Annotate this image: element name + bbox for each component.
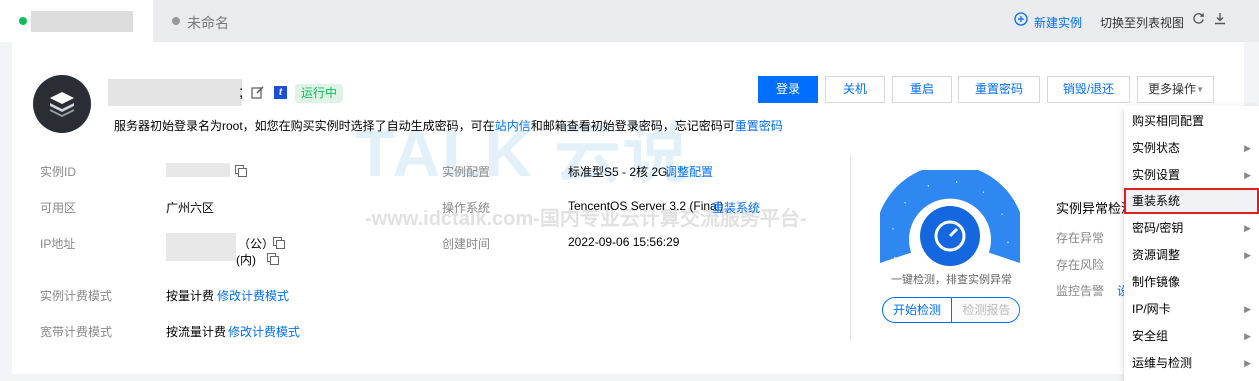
billing-value: 按量计费 (166, 289, 215, 303)
new-instance-link[interactable]: 新建实例 (1034, 14, 1082, 31)
menu-item-label: 密码/密钥 (1132, 221, 1184, 235)
copy-icon[interactable] (273, 237, 285, 249)
chevron-right-icon: ▶ (1244, 331, 1251, 341)
switch-list-view-link[interactable]: 切换至列表视图 (1100, 14, 1184, 31)
menu-item[interactable]: 密码/密钥 ▶ (1124, 215, 1259, 241)
instance-avatar (33, 75, 91, 133)
chevron-right-icon: ▶ (1244, 170, 1251, 180)
login-note-text-2: 和邮箱查看初始登录密码，忘记密码可 (530, 119, 735, 133)
change-billing-link[interactable]: 修改计费模式 (217, 287, 289, 304)
caret-down-icon: ▼ (1196, 85, 1204, 94)
anomaly-row-abnormal: 存在异常 (1056, 231, 1105, 245)
menu-item[interactable]: 资源调整 ▶ (1124, 242, 1259, 268)
edit-icon[interactable] (251, 86, 264, 102)
zone-label: 可用区 (40, 201, 77, 215)
bandwidth-value: 按流量计费 (166, 325, 227, 339)
check-caption: 一键检测，排查实例异常 (891, 274, 1012, 286)
config-value: 标准型S5 - 2核 2G (568, 165, 668, 179)
copy-icon[interactable] (235, 165, 247, 177)
billing-label: 实例计费模式 (40, 289, 113, 303)
chevron-right-icon: ▶ (1244, 223, 1251, 233)
ip-label: IP地址 (40, 237, 76, 251)
tencentos-icon: t (274, 86, 287, 99)
chevron-right-icon: ▶ (1244, 143, 1251, 153)
menu-item-label: IP/网卡 (1132, 302, 1171, 316)
zone-value: 广州六区 (166, 201, 215, 215)
shutdown-button[interactable]: 关机 (825, 76, 885, 103)
bandwidth-label: 宽带计费模式 (40, 325, 113, 339)
start-check-button[interactable]: 开始检测 (883, 298, 952, 322)
menu-item[interactable]: 运维与检测 ▶ (1124, 350, 1259, 376)
menu-item-label: 实例设置 (1132, 168, 1181, 182)
chevron-right-icon: ▶ (1244, 358, 1251, 368)
config-label: 实例配置 (442, 165, 491, 179)
more-actions-button[interactable]: 更多操作 ▼ (1137, 76, 1214, 103)
menu-item[interactable]: 购买相同配置 (1124, 108, 1259, 134)
more-actions-menu: 购买相同配置 实例状态 ▶ 实例设置 ▶ 重装系统密码/密钥 ▶ 资源调整 ▶ 制作镜像 IP/网卡… (1124, 106, 1259, 381)
ip-private-suffix: (内) (236, 253, 256, 267)
copy-icon[interactable] (267, 253, 279, 265)
more-actions-label: 更多操作 (1148, 82, 1197, 96)
reset-password-link[interactable]: 重置密码 (735, 119, 783, 133)
chevron-right-icon: ▶ (1244, 250, 1251, 260)
refresh-icon[interactable] (1192, 12, 1205, 28)
anomaly-title: 实例异常检测 (1056, 201, 1135, 216)
tab-instance-active[interactable] (0, 0, 153, 42)
status-badge: 运行中 (295, 84, 344, 103)
menu-item[interactable]: IP/网卡 ▶ (1124, 296, 1259, 322)
login-button[interactable]: 登录 (758, 76, 818, 103)
download-icon[interactable] (1214, 12, 1226, 28)
menu-item-label: 重装系统 (1132, 194, 1181, 208)
plus-circle-icon[interactable] (1014, 12, 1028, 29)
check-report-button[interactable]: 检测报告 (952, 298, 1019, 322)
menu-item[interactable]: 重装系统 (1124, 188, 1259, 214)
instance-id-masked (166, 163, 230, 177)
destroy-button[interactable]: 销毁/退还 (1047, 76, 1130, 103)
tab-title-masked (31, 11, 133, 32)
menu-item-label: 制作镜像 (1132, 275, 1181, 289)
anomaly-row-risk: 存在风险 (1056, 258, 1105, 272)
created-value: 2022-09-06 15:56:29 (568, 235, 680, 249)
instance-id-label: 实例ID (40, 165, 77, 179)
created-label: 创建时间 (442, 237, 491, 251)
server-stack-icon (50, 92, 74, 117)
menu-item[interactable]: 安全组 ▶ (1124, 323, 1259, 349)
reset-password-button[interactable]: 重置密码 (958, 76, 1040, 103)
anomaly-row-alarm: 监控告警 (1056, 284, 1105, 298)
menu-item-label: 资源调整 (1132, 248, 1181, 262)
os-label: 操作系统 (442, 201, 491, 215)
os-value: TencentOS Server 3.2 (Final) (568, 199, 724, 213)
site-message-link[interactable]: 站内信 (495, 119, 531, 133)
login-note-text: 服务器初始登录名为root，如您在购买实例时选择了自动生成密码，可在 (114, 119, 495, 133)
divider (850, 155, 851, 340)
instance-name-suffix: ; (239, 84, 244, 101)
adjust-config-link[interactable]: 调整配置 (665, 163, 713, 180)
menu-item[interactable]: 实例状态 ▶ (1124, 135, 1259, 161)
menu-item-label: 购买相同配置 (1132, 114, 1205, 128)
ip-public-masked (166, 233, 236, 261)
status-dot-icon (172, 17, 180, 25)
login-note: 服务器初始登录名为root，如您在购买实例时选择了自动生成密码，可在站内信和邮箱… (114, 117, 783, 134)
check-button-group: 开始检测 检测报告 (882, 297, 1020, 323)
health-check-gauge (880, 170, 1020, 266)
restart-button[interactable]: 重启 (892, 76, 952, 103)
chevron-right-icon: ▶ (1244, 304, 1251, 314)
menu-item-label: 安全组 (1132, 329, 1169, 343)
menu-item[interactable]: 实例设置 ▶ (1124, 162, 1259, 188)
menu-item-label: 实例状态 (1132, 141, 1181, 155)
ip-public-suffix: （公） (238, 237, 275, 251)
tab-bar: 未命名 新建实例 切换至列表视图 (0, 0, 1259, 42)
status-dot-icon (19, 17, 27, 25)
menu-item-label: 运维与检测 (1132, 356, 1193, 370)
menu-item[interactable]: 制作镜像 (1124, 269, 1259, 295)
instance-name-masked (108, 79, 242, 106)
change-bandwidth-link[interactable]: 修改计费模式 (228, 323, 300, 340)
reinstall-os-link[interactable]: 重装系统 (712, 199, 760, 216)
tab-unnamed[interactable]: 未命名 (187, 13, 229, 33)
